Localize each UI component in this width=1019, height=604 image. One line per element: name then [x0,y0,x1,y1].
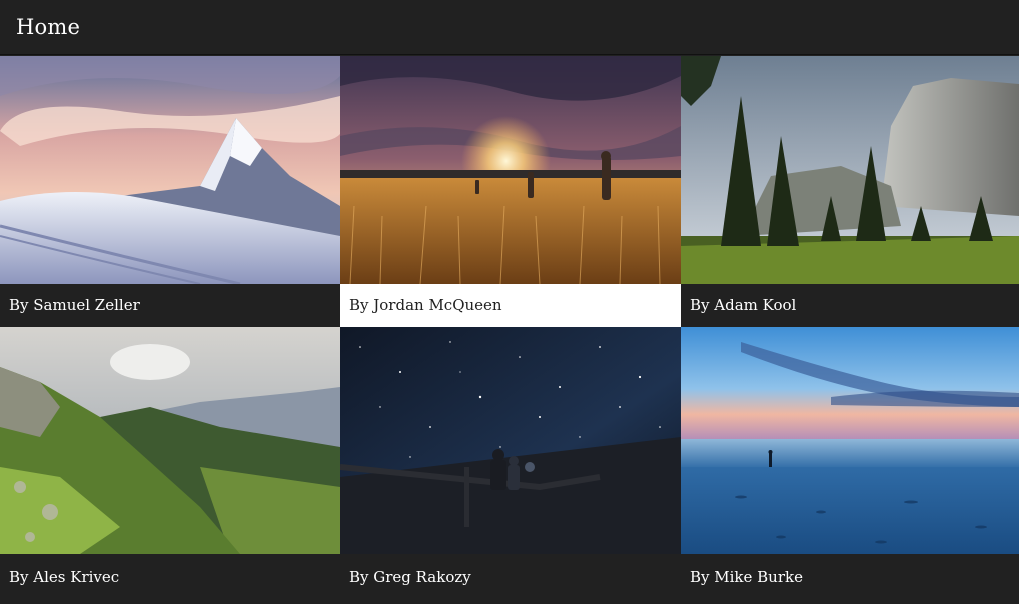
photo-caption: By Samuel Zeller [0,284,340,327]
photo-caption: By Ales Krivec [0,554,340,604]
photo-tile-jordan-mcqueen[interactable]: By Jordan McQueen [340,56,681,327]
photo-caption: By Greg Rakozy [340,554,681,604]
photo-grid: By Samuel Zeller By Jordan McQueen By Ad… [0,56,1019,604]
green-mountain-valley-icon [0,327,340,554]
blue-beach-dusk-icon [681,327,1019,554]
starry-night-sky-icon [340,327,681,554]
sunset-wheat-field-icon [340,56,681,284]
photo-tile-ales-krivec[interactable]: By Ales Krivec [0,327,340,604]
app-bar: Home [0,0,1019,55]
snowy-mountain-peak-icon [0,56,340,284]
photo-caption: By Adam Kool [681,284,1019,327]
photo-tile-greg-rakozy[interactable]: By Greg Rakozy [340,327,681,604]
page-title: Home [16,15,81,39]
granite-cliff-forest-icon [681,56,1019,284]
photo-caption: By Mike Burke [681,554,1019,604]
photo-caption: By Jordan McQueen [340,284,681,327]
photo-tile-samuel-zeller[interactable]: By Samuel Zeller [0,56,340,327]
photo-tile-mike-burke[interactable]: By Mike Burke [681,327,1019,604]
photo-tile-adam-kool[interactable]: By Adam Kool [681,56,1019,327]
